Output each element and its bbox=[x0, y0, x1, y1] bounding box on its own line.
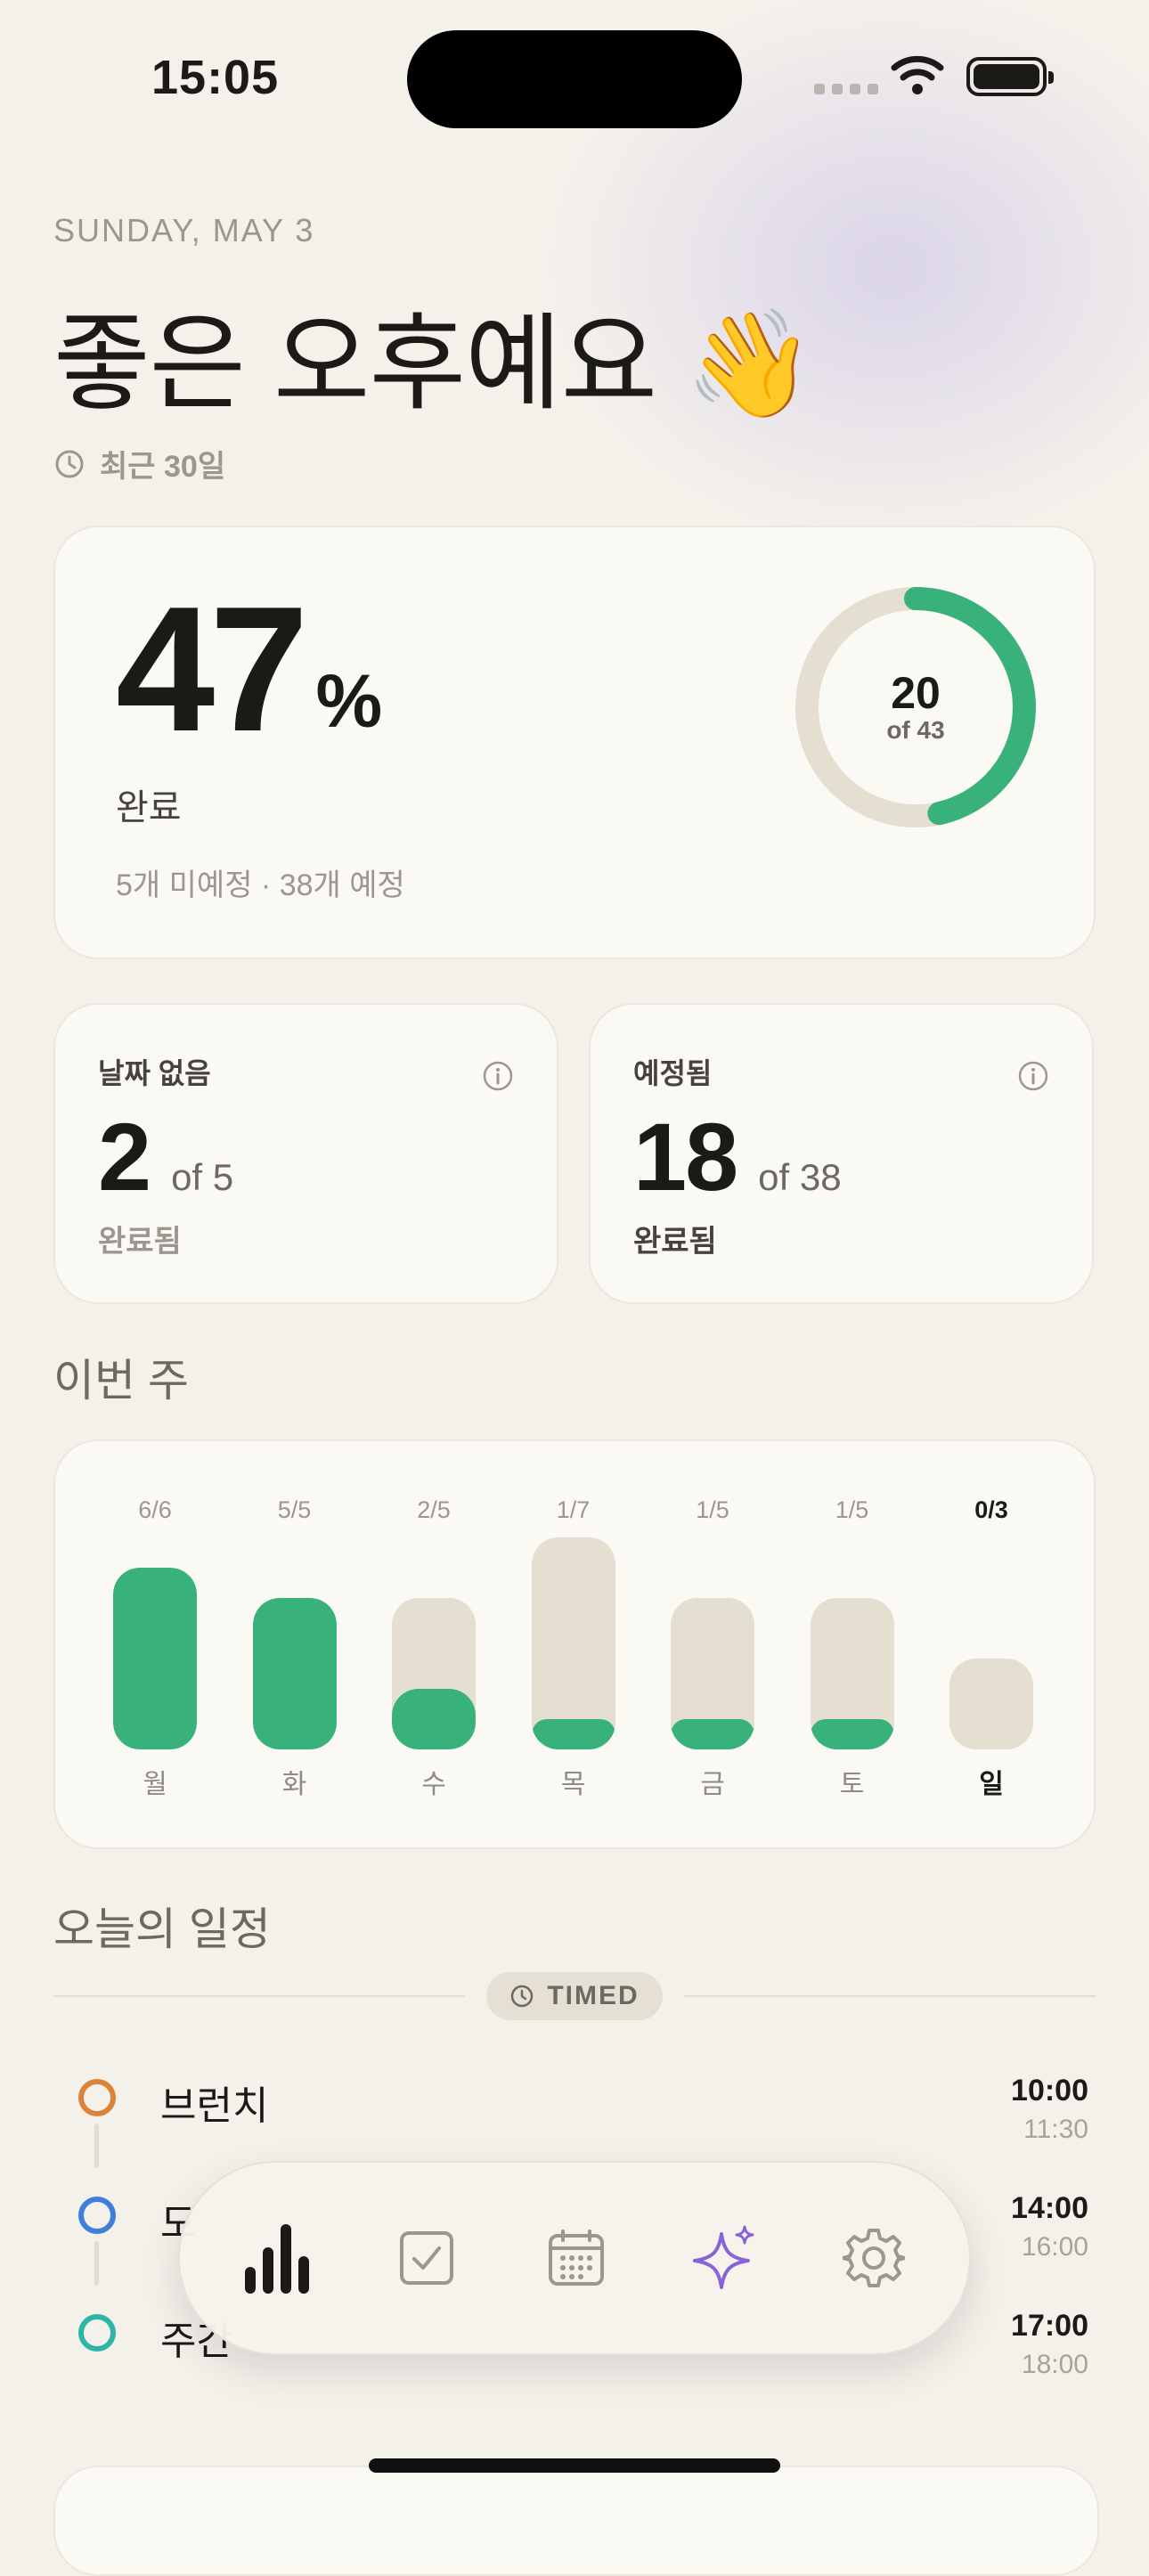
day-count-label: 6/6 bbox=[138, 1496, 172, 1523]
day-bar-track[interactable] bbox=[252, 1598, 337, 1749]
day-bar-fill bbox=[671, 1719, 754, 1749]
day-count-label: 2/5 bbox=[417, 1496, 451, 1523]
stats-icon bbox=[245, 2224, 309, 2294]
completion-label: 완료 bbox=[116, 788, 182, 827]
event-start-time: 10:00 bbox=[1011, 2074, 1088, 2107]
scheduled-stat-card[interactable]: 예정됨 18 of 38 완료됨 bbox=[589, 1003, 1094, 1304]
timeline-connector bbox=[94, 2124, 99, 2168]
schedule-section-title: 오늘의 일정 bbox=[53, 1904, 271, 1954]
day-label: 월 bbox=[143, 1770, 167, 1799]
completion-percent: 47 % bbox=[116, 570, 383, 769]
stat-title: 날짜 없음 bbox=[98, 1057, 211, 1089]
checklist-icon bbox=[400, 2231, 453, 2285]
stat-value: 18 bbox=[633, 1103, 738, 1211]
tab-tasks[interactable] bbox=[378, 2209, 476, 2307]
day-bar-track[interactable] bbox=[113, 1568, 197, 1749]
day-count-label: 0/3 bbox=[974, 1496, 1008, 1523]
day-count-label: 1/5 bbox=[696, 1496, 729, 1523]
sparkles-icon bbox=[693, 2225, 754, 2289]
event-start-time: 17:00 bbox=[1011, 2309, 1088, 2343]
day-bar-track[interactable] bbox=[949, 1659, 1033, 1749]
divider-right bbox=[684, 1995, 1096, 1997]
clock-icon bbox=[511, 1985, 534, 2008]
stat-footer: 완료됨 bbox=[633, 1225, 717, 1259]
ring-count: 20 bbox=[891, 668, 941, 718]
cellular-signal-icon bbox=[814, 84, 878, 94]
event-end-time: 18:00 bbox=[1021, 2350, 1088, 2379]
undated-stat-card[interactable]: 날짜 없음 2 of 5 완료됨 bbox=[53, 1003, 558, 1304]
event-end-time: 11:30 bbox=[1023, 2115, 1088, 2144]
stat-footer: 완료됨 bbox=[98, 1225, 182, 1259]
day-label: 토 bbox=[839, 1770, 865, 1799]
tab-bar bbox=[178, 2161, 971, 2355]
day-label: 수 bbox=[421, 1770, 446, 1799]
info-icon[interactable] bbox=[1017, 1060, 1049, 1092]
dynamic-island bbox=[407, 30, 742, 128]
home-indicator bbox=[369, 2458, 780, 2473]
day-count-label: 1/7 bbox=[556, 1496, 591, 1523]
day-label: 화 bbox=[281, 1770, 307, 1799]
event-title[interactable]: 브런치 bbox=[160, 2074, 268, 2131]
day-bar-track[interactable] bbox=[810, 1598, 894, 1749]
stat-value: 2 bbox=[98, 1103, 151, 1211]
day-label: 목 bbox=[560, 1770, 586, 1799]
tab-ai-assistant[interactable] bbox=[675, 2209, 773, 2307]
percent-value: 47 bbox=[116, 570, 308, 769]
gear-icon bbox=[843, 2229, 905, 2287]
range-label: 최근 30일 bbox=[100, 450, 226, 484]
event-start-time: 14:00 bbox=[1011, 2191, 1088, 2225]
info-icon[interactable] bbox=[482, 1060, 514, 1092]
day-count-label: 1/5 bbox=[835, 1496, 869, 1523]
stat-title: 예정됨 bbox=[633, 1057, 713, 1089]
date-label: SUNDAY, MAY 3 bbox=[53, 212, 315, 249]
day-bar-fill bbox=[252, 1598, 337, 1749]
progress-ring-label: 20 of 43 bbox=[791, 583, 1040, 832]
day-bar-fill bbox=[392, 1689, 476, 1749]
week-section-title: 이번 주 bbox=[53, 1356, 189, 1406]
day-bar-track[interactable] bbox=[531, 1537, 615, 1749]
tab-calendar[interactable] bbox=[527, 2209, 625, 2307]
event-dot bbox=[78, 2197, 116, 2234]
event-dot bbox=[78, 2314, 116, 2352]
percent-sign: % bbox=[315, 659, 383, 743]
next-card-peek bbox=[53, 2466, 1099, 2576]
day-label: 금 bbox=[700, 1770, 725, 1799]
range-selector[interactable]: 최근 30일 bbox=[53, 442, 225, 485]
day-bar-track[interactable] bbox=[392, 1598, 476, 1749]
day-count-label: 5/5 bbox=[277, 1496, 312, 1523]
day-bar-fill bbox=[810, 1719, 894, 1749]
calendar-icon bbox=[549, 2230, 604, 2286]
status-time: 15:05 bbox=[151, 51, 280, 104]
divider-left bbox=[53, 1995, 465, 1997]
stat-of: of 5 bbox=[171, 1156, 234, 1198]
group-label: TIMED bbox=[547, 1981, 640, 2010]
ring-of: of 43 bbox=[886, 716, 945, 744]
event-end-time: 16:00 bbox=[1021, 2232, 1088, 2262]
timed-group-pill: TIMED bbox=[486, 1972, 663, 2020]
completion-breakdown: 5개 미예정 · 38개 예정 bbox=[116, 868, 405, 902]
tab-settings[interactable] bbox=[825, 2209, 923, 2307]
day-label: 일 bbox=[979, 1770, 1004, 1799]
day-bar-fill bbox=[113, 1568, 197, 1749]
day-bar-fill bbox=[531, 1719, 615, 1749]
tab-stats[interactable] bbox=[228, 2209, 326, 2307]
stat-of: of 38 bbox=[758, 1156, 842, 1198]
wifi-icon bbox=[891, 55, 944, 94]
event-dot bbox=[78, 2079, 116, 2116]
day-bar-track[interactable] bbox=[671, 1598, 754, 1749]
greeting-title: 좋은 오후예요 👋 bbox=[53, 306, 816, 423]
timeline-connector bbox=[94, 2241, 99, 2286]
battery-icon bbox=[966, 57, 1054, 96]
weekly-chart-card: 6/6 월 5/5 화 2/5 수 1/7 목 1/5 금 1/5 토 0/3 일 bbox=[53, 1439, 1096, 1849]
clock-icon bbox=[55, 450, 84, 477]
